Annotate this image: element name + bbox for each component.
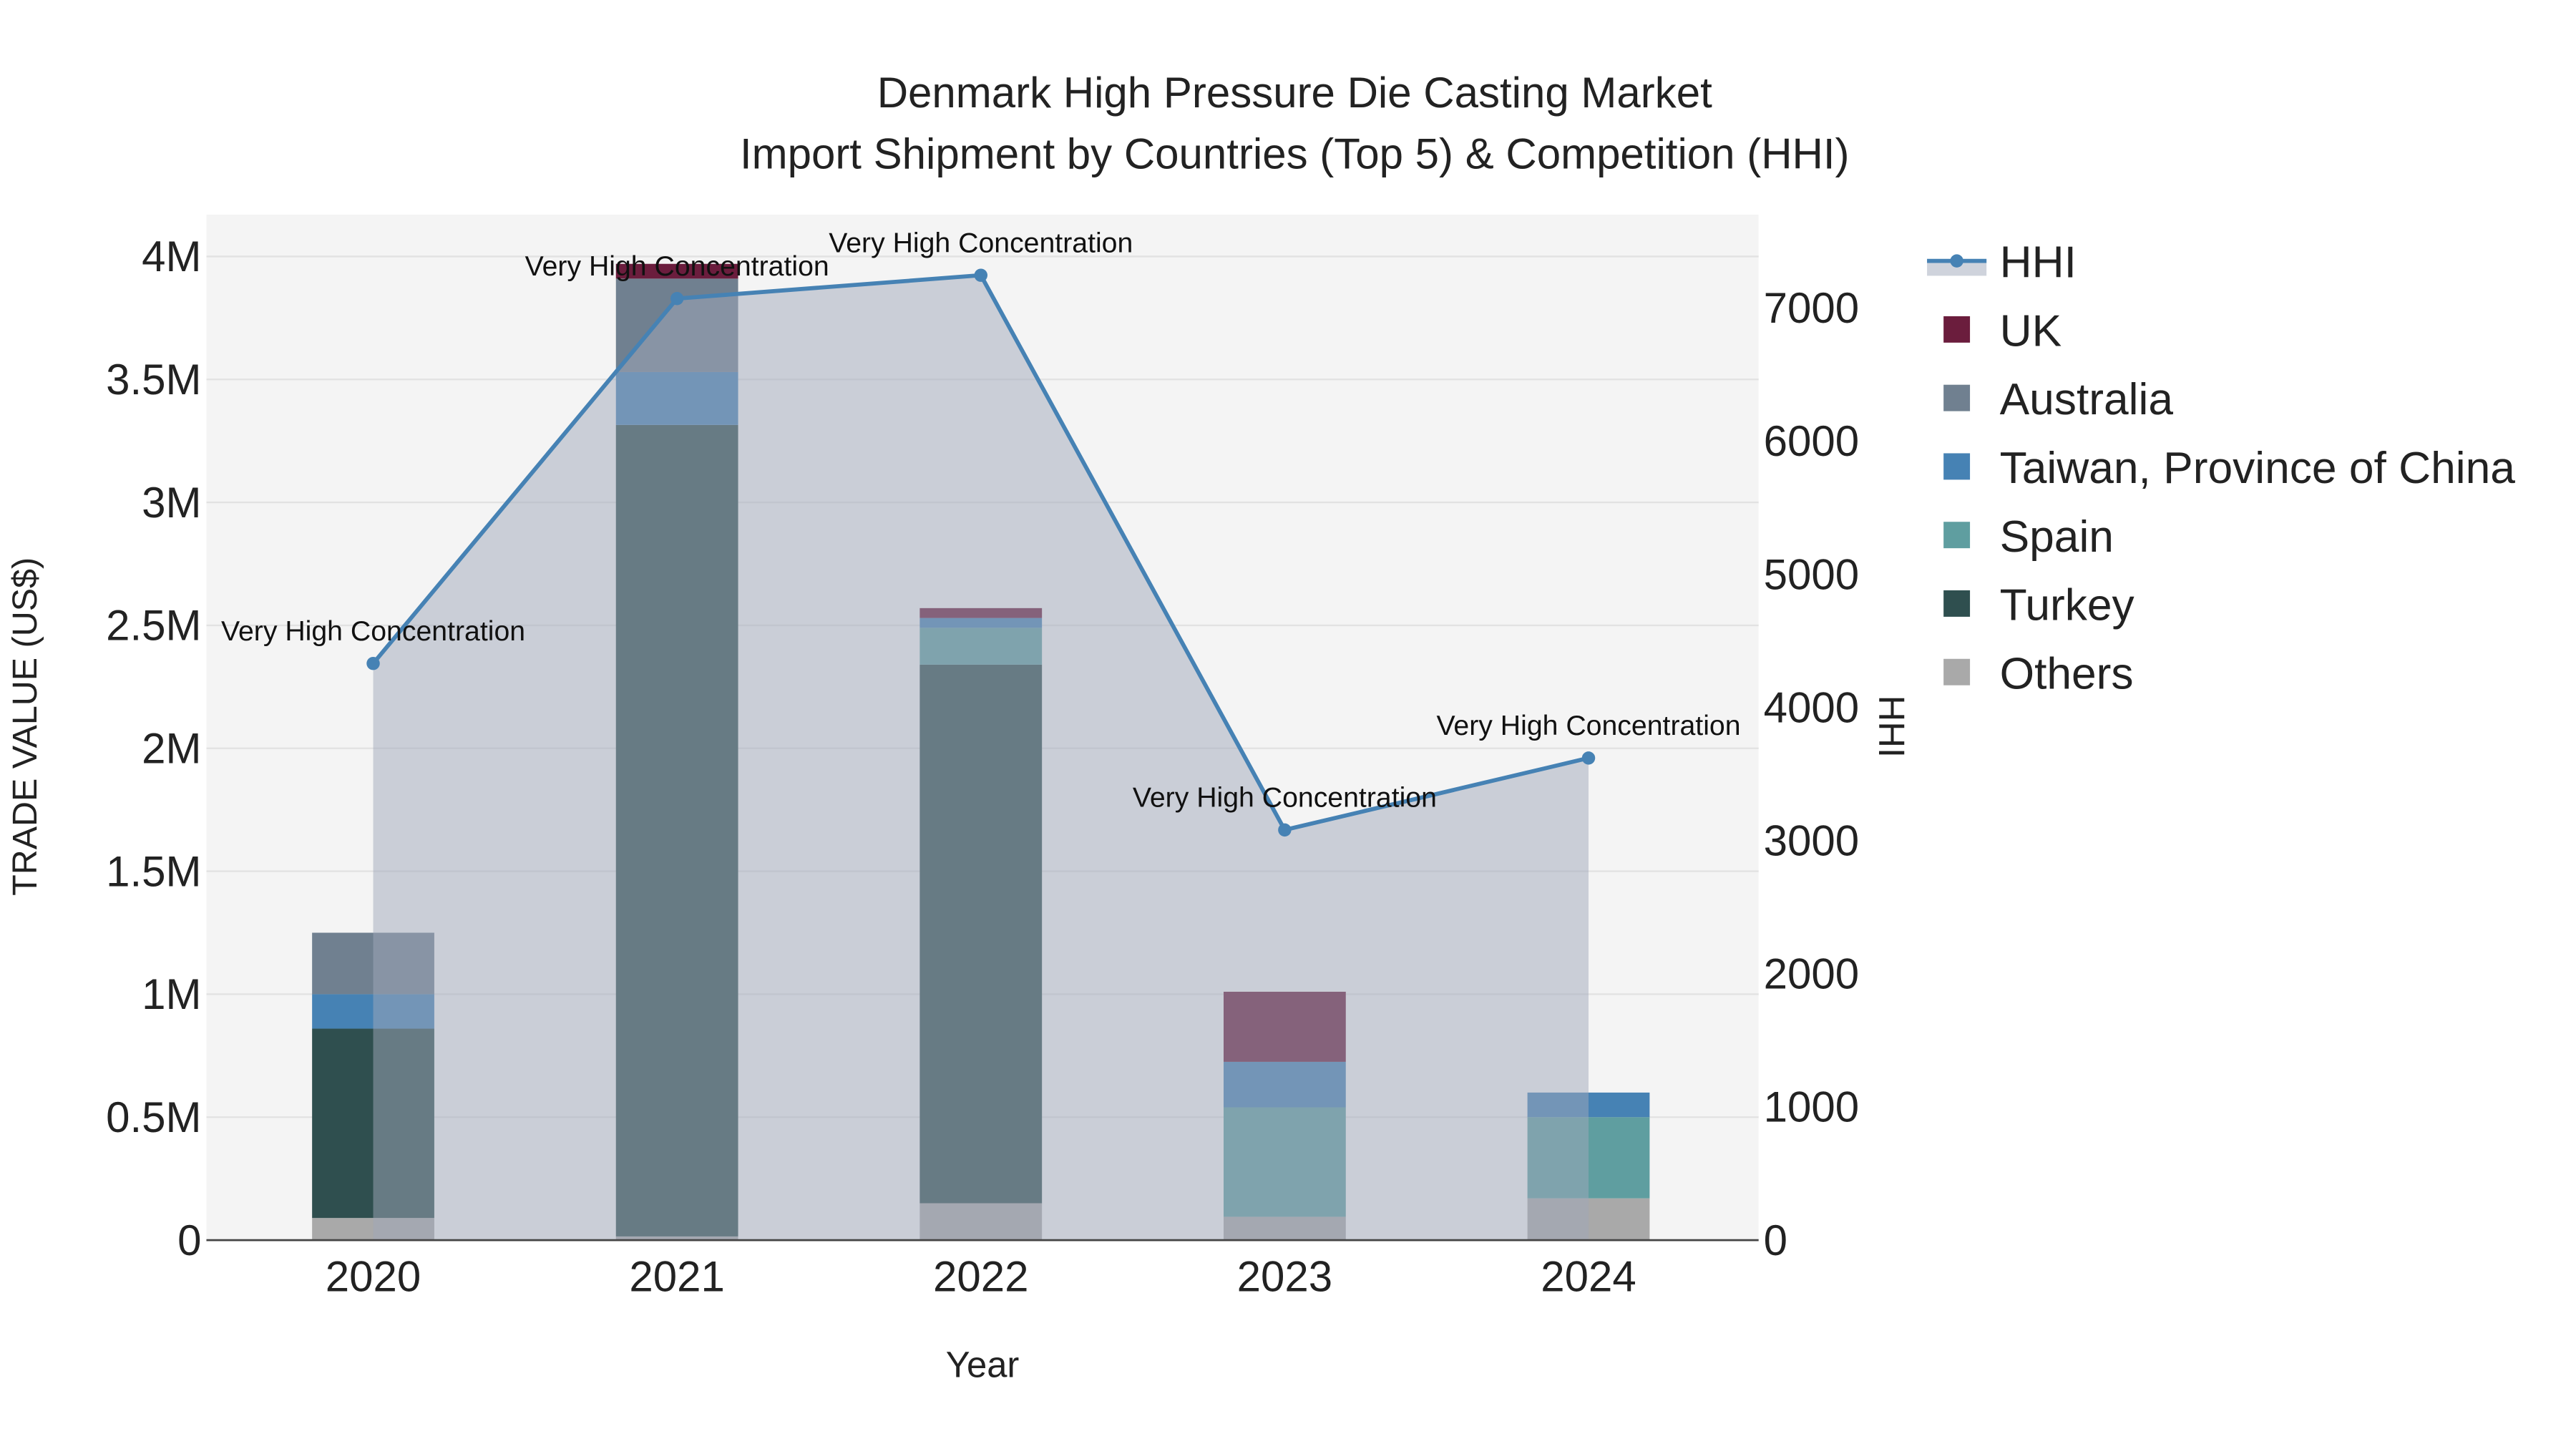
y2-tick-label: 1000: [1764, 1083, 1859, 1131]
y2-tick-label: 3000: [1764, 817, 1859, 865]
y2-axis-ticks: 0 1000 2000 3000 4000 5000 6000 7000: [1764, 284, 1859, 1264]
y2-tick-label: 4000: [1764, 683, 1859, 731]
legend-label: Spain: [2000, 512, 2114, 562]
y-tick-label: 0: [177, 1216, 201, 1264]
hhi-point: [670, 292, 684, 306]
legend-label: Australia: [2000, 375, 2174, 424]
y-tick-label: 4M: [142, 233, 201, 280]
y-tick-label: 1.5M: [106, 847, 201, 895]
legend-label: HHI: [2000, 238, 2077, 288]
hhi-annotation: Very High Concentration: [525, 250, 829, 282]
y-tick-label: 3M: [142, 479, 201, 527]
hhi-annotation: Very High Concentration: [829, 227, 1133, 258]
hhi-point: [1581, 751, 1596, 765]
y2-tick-label: 5000: [1764, 550, 1859, 598]
legend: HHI UK Australia Taiwan, Province of China S…: [1927, 238, 2516, 698]
y-tick-label: 2M: [142, 725, 201, 773]
x-tick-label: 2020: [326, 1253, 421, 1301]
y2-tick-label: 0: [1764, 1216, 1787, 1264]
y2-tick-label: 7000: [1764, 284, 1859, 332]
y-tick-label: 3.5M: [106, 356, 201, 404]
legend-marker-hhi: [1950, 254, 1963, 268]
y-axis-label: TRADE VALUE (US$): [6, 557, 44, 896]
x-tick-label: 2024: [1541, 1253, 1636, 1301]
x-tick-label: 2023: [1237, 1253, 1332, 1301]
x-axis-ticks: 2020 2021 2022 2023 2024: [326, 1253, 1636, 1301]
y-axis-ticks: 0 0.5M 1M 1.5M 2M 2.5M 3M 3.5M 4M: [106, 233, 201, 1264]
hhi-annotation: Very High Concentration: [1436, 710, 1740, 741]
legend-label: Taiwan, Province of China: [2000, 444, 2516, 493]
legend-swatch: [1943, 522, 1971, 549]
chart: Denmark High Pressure Die Casting Market…: [6, 69, 2516, 1385]
x-axis-label: Year: [946, 1345, 1020, 1385]
y-tick-label: 2.5M: [106, 602, 201, 650]
y2-tick-label: 6000: [1764, 417, 1859, 465]
legend-swatch: [1943, 384, 1971, 411]
legend-swatch: [1943, 590, 1971, 617]
hhi-point: [366, 656, 380, 670]
x-tick-label: 2021: [629, 1253, 724, 1301]
chart-title: Denmark High Pressure Die Casting Market: [877, 69, 1712, 117]
y2-axis-label: HHI: [1871, 696, 1912, 758]
legend-swatch: [1943, 316, 1971, 343]
legend-swatch: [1943, 453, 1971, 480]
hhi-annotation: Very High Concentration: [221, 615, 525, 647]
hhi-point: [974, 268, 987, 282]
hhi-annotation: Very High Concentration: [1133, 782, 1437, 814]
legend-label: Turkey: [2000, 581, 2135, 630]
hhi-point: [1278, 823, 1292, 837]
legend-label: Others: [2000, 649, 2134, 698]
y-tick-label: 0.5M: [106, 1093, 201, 1141]
y-tick-label: 1M: [142, 970, 201, 1018]
legend-swatch: [1943, 658, 1971, 686]
chart-subtitle: Import Shipment by Countries (Top 5) & C…: [740, 130, 1850, 177]
x-tick-label: 2022: [933, 1253, 1028, 1301]
y2-tick-label: 2000: [1764, 950, 1859, 998]
legend-label: UK: [2000, 306, 2062, 356]
